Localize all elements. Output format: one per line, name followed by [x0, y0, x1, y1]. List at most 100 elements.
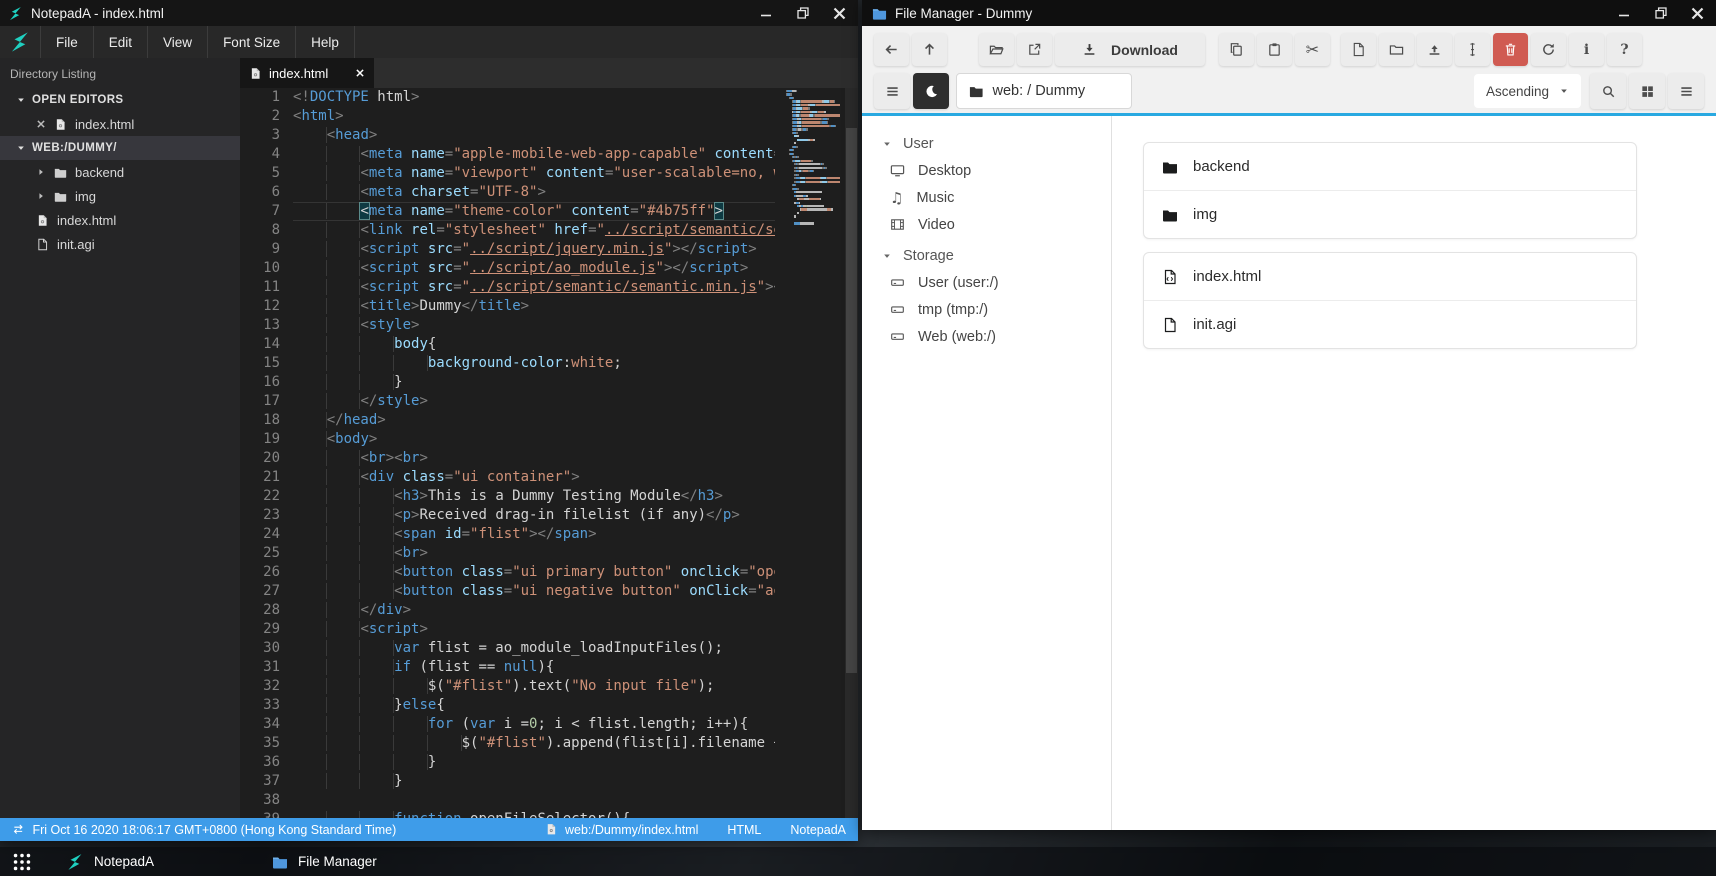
code-line[interactable]: 4 <meta name="apple-mobile-web-app-capab…: [240, 145, 775, 164]
code-line[interactable]: 13 <style>: [240, 316, 775, 335]
code-line[interactable]: 12 <title>Dummy</title>: [240, 297, 775, 316]
editor-scrollbar[interactable]: [845, 88, 858, 818]
code-line[interactable]: 35 $("#flist").append(flist[i].filename …: [240, 734, 775, 753]
code-line[interactable]: 8 <link rel="stylesheet" href="../script…: [240, 221, 775, 240]
file-row-backend[interactable]: backend: [1144, 143, 1636, 190]
back-button[interactable]: [874, 33, 909, 66]
tree-item-img[interactable]: img: [0, 184, 240, 208]
code-line[interactable]: 19 <body>: [240, 430, 775, 449]
copy-button[interactable]: [1219, 33, 1254, 66]
sort-order-select[interactable]: Ascending: [1473, 74, 1581, 108]
code-line[interactable]: 39 function openFileSelector(){: [240, 810, 775, 818]
list-view-button[interactable]: [1668, 73, 1704, 109]
taskbar-item-notepada[interactable]: NotepadA: [50, 847, 250, 876]
file-row-index-html[interactable]: index.html: [1144, 253, 1636, 300]
code-line[interactable]: 26 <button class="ui primary button" onc…: [240, 563, 775, 582]
tab-index-html[interactable]: index.html: [240, 58, 374, 88]
tree-item-backend[interactable]: backend: [0, 160, 240, 184]
delete-button[interactable]: [1493, 33, 1528, 66]
code-line[interactable]: 7 <meta name="theme-color" content="#4b7…: [240, 202, 775, 221]
app-launcher-button[interactable]: [0, 847, 44, 876]
code-line[interactable]: 25 <br>: [240, 544, 775, 563]
sidebar-section-header-storage[interactable]: Storage: [862, 242, 1111, 269]
file-row-img[interactable]: img: [1144, 190, 1636, 238]
menu-font-size[interactable]: Font Size: [207, 26, 295, 58]
rename-button[interactable]: [1455, 33, 1490, 66]
upload-button[interactable]: [1417, 33, 1452, 66]
maximize-button[interactable]: [784, 0, 821, 26]
sidebar-section-header-user[interactable]: User: [862, 130, 1111, 157]
code-line[interactable]: 29 <script>: [240, 620, 775, 639]
menu-view[interactable]: View: [147, 26, 207, 58]
code-line[interactable]: 5 <meta name="viewport" content="user-sc…: [240, 164, 775, 183]
search-button[interactable]: [1590, 73, 1626, 109]
code-line[interactable]: 17 </style>: [240, 392, 775, 411]
caret-right-icon[interactable]: [36, 167, 46, 177]
fm-maximize-button[interactable]: [1642, 0, 1679, 26]
sidebar-item-desktop[interactable]: Desktop: [862, 157, 1111, 184]
code-line[interactable]: 21 <div class="ui container">: [240, 468, 775, 487]
code-line[interactable]: 10 <script src="../script/ao_module.js">…: [240, 259, 775, 278]
code-line[interactable]: 36 }: [240, 753, 775, 772]
code-line[interactable]: 28 </div>: [240, 601, 775, 620]
code-line[interactable]: 16 }: [240, 373, 775, 392]
cut-button[interactable]: ✂: [1295, 33, 1330, 66]
code-line[interactable]: 27 <button class="ui negative button" on…: [240, 582, 775, 601]
info-button[interactable]: i: [1569, 33, 1604, 66]
tree-item-index-html[interactable]: index.html: [0, 112, 240, 136]
tree-item-index-html[interactable]: index.html: [0, 208, 240, 232]
code-line[interactable]: 15 background-color:white;: [240, 354, 775, 373]
code-line[interactable]: 6 <meta charset="UTF-8">: [240, 183, 775, 202]
code-line[interactable]: 14 body{: [240, 335, 775, 354]
sidebar-item-music[interactable]: ♫ Music: [862, 184, 1111, 211]
tree-section-open-editors[interactable]: OPEN EDITORS: [0, 88, 240, 112]
code-line[interactable]: 31 if (flist == null){: [240, 658, 775, 677]
code-area[interactable]: 1 <!DOCTYPE html> 2 <html> 3 <head> 4 <meta n…: [240, 88, 775, 818]
code-line[interactable]: 2 <html>: [240, 107, 775, 126]
code-line[interactable]: 1 <!DOCTYPE html>: [240, 88, 775, 107]
code-line[interactable]: 34 for (var i =0; i < flist.length; i++)…: [240, 715, 775, 734]
paste-button[interactable]: [1257, 33, 1292, 66]
minimize-button[interactable]: [747, 0, 784, 26]
theme-toggle-button[interactable]: [913, 73, 949, 109]
menu-button[interactable]: [874, 73, 910, 109]
refresh-button[interactable]: [1531, 33, 1566, 66]
code-line[interactable]: 33 }else{: [240, 696, 775, 715]
menu-file[interactable]: File: [40, 26, 93, 58]
code-line[interactable]: 38: [240, 791, 775, 810]
code-line[interactable]: 23 <p>Received drag-in filelist (if any)…: [240, 506, 775, 525]
open-button[interactable]: [979, 33, 1014, 66]
new-file-button[interactable]: [1341, 33, 1376, 66]
tree-item-init-agi[interactable]: init.agi: [0, 232, 240, 256]
code-editor[interactable]: 1 <!DOCTYPE html> 2 <html> 3 <head> 4 <meta n…: [240, 88, 858, 818]
code-line[interactable]: 24 <span id="flist"></span>: [240, 525, 775, 544]
caret-right-icon[interactable]: [36, 191, 46, 201]
editor-minimap[interactable]: [786, 90, 840, 226]
code-line[interactable]: 32 $("#flist").text("No input file");: [240, 677, 775, 696]
file-row-init-agi[interactable]: init.agi: [1144, 300, 1636, 348]
close-button[interactable]: [821, 0, 858, 26]
editor-scrollbar-thumb[interactable]: [846, 128, 857, 673]
code-line[interactable]: 11 <script src="../script/semantic/seman…: [240, 278, 775, 297]
sidebar-item-tmp-tmp[interactable]: tmp (tmp:/): [862, 296, 1111, 323]
menu-edit[interactable]: Edit: [92, 26, 147, 58]
sidebar-item-video[interactable]: Video: [862, 211, 1111, 238]
code-line[interactable]: 20 <br><br>: [240, 449, 775, 468]
sidebar-item-web-web[interactable]: Web (web:/): [862, 323, 1111, 350]
close-icon[interactable]: [36, 119, 46, 129]
code-line[interactable]: 30 var flist = ao_module_loadInputFiles(…: [240, 639, 775, 658]
code-line[interactable]: 18 </head>: [240, 411, 775, 430]
breadcrumb[interactable]: web: / Dummy: [956, 73, 1132, 109]
up-button[interactable]: [912, 33, 947, 66]
fm-close-button[interactable]: [1679, 0, 1716, 26]
help-button[interactable]: ?: [1607, 33, 1642, 66]
taskbar-item-file-manager[interactable]: File Manager: [256, 847, 456, 876]
tab-close-icon[interactable]: [355, 68, 365, 78]
code-line[interactable]: 37 }: [240, 772, 775, 791]
code-line[interactable]: 22 <h3>This is a Dummy Testing Module</h…: [240, 487, 775, 506]
fm-minimize-button[interactable]: [1605, 0, 1642, 26]
code-line[interactable]: 3 <head>: [240, 126, 775, 145]
code-line[interactable]: 9 <script src="../script/jquery.min.js">…: [240, 240, 775, 259]
download-button[interactable]: Download: [1055, 33, 1205, 66]
menu-help[interactable]: Help: [295, 26, 355, 58]
